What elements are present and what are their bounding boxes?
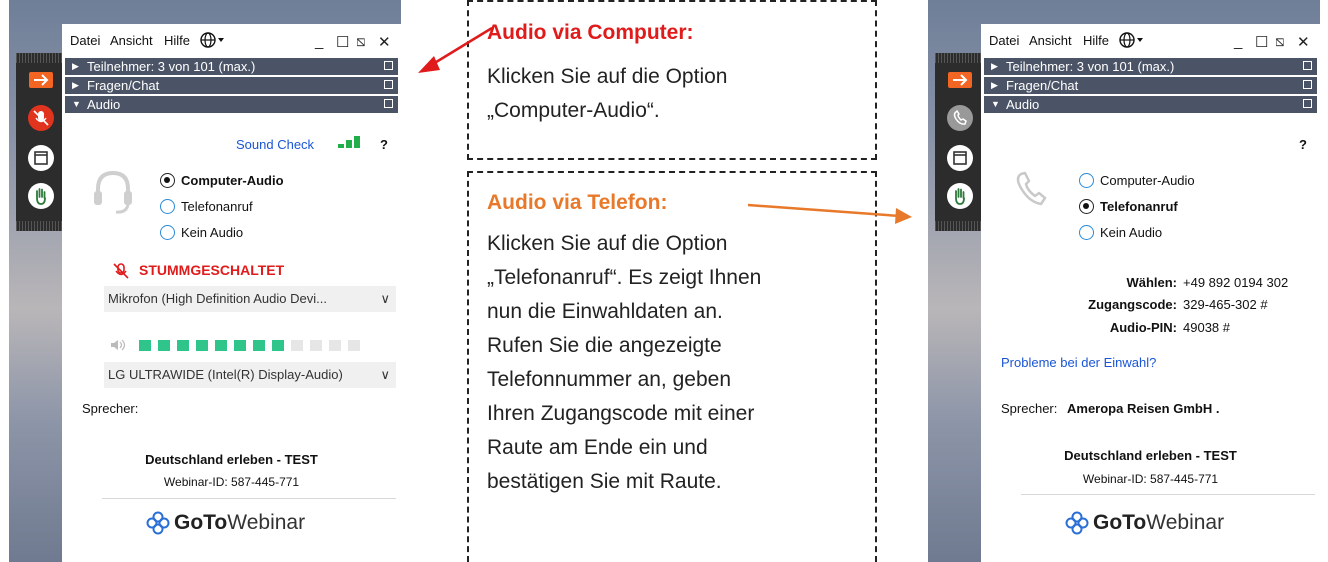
restore-button[interactable]: ⧅ bbox=[1275, 33, 1285, 50]
arrow-right-icon bbox=[953, 74, 968, 86]
screen-view-button[interactable] bbox=[947, 145, 973, 171]
audio-pin-value: 49038 # bbox=[1183, 320, 1230, 335]
speaker-name: Ameropa Reisen GmbH . bbox=[1067, 401, 1220, 416]
access-code-label: Zugangscode: bbox=[1088, 297, 1177, 312]
phone-button[interactable] bbox=[947, 105, 973, 131]
menu-datei[interactable]: Datei bbox=[989, 33, 1019, 48]
option-telefonanruf[interactable]: Telefonanruf bbox=[1100, 199, 1178, 214]
expand-icon: ▶ bbox=[991, 80, 998, 90]
option-kein-audio[interactable]: Kein Audio bbox=[1100, 225, 1162, 240]
maximize-button[interactable]: ☐ bbox=[1255, 33, 1268, 51]
expand-arrow-button[interactable] bbox=[948, 72, 972, 88]
radio-kein-audio[interactable] bbox=[1079, 225, 1094, 240]
expand-icon: ▶ bbox=[991, 61, 998, 71]
dial-number: +49 892 0194 302 bbox=[1183, 275, 1289, 290]
popout-icon[interactable] bbox=[1303, 99, 1312, 108]
rail-grip-bottom[interactable] bbox=[935, 221, 985, 231]
popout-icon[interactable] bbox=[1303, 80, 1312, 89]
right-screenshot: Datei Ansicht Hilfe _ ☐ ⧅ ✕ ▶ Teilnehmer… bbox=[928, 0, 1320, 562]
webinar-id: Webinar-ID: 587-445-771 bbox=[1082, 472, 1219, 486]
goto-logo-icon bbox=[1065, 511, 1089, 535]
close-button[interactable]: ✕ bbox=[1297, 33, 1310, 51]
globe-icon[interactable] bbox=[1119, 32, 1147, 48]
arrow-to-left-window bbox=[418, 26, 493, 73]
rail-grip[interactable] bbox=[935, 53, 985, 63]
radio-computer-audio[interactable] bbox=[1079, 173, 1094, 188]
raise-hand-button[interactable] bbox=[947, 183, 973, 209]
collapse-icon: ▼ bbox=[991, 99, 1000, 109]
phone-icon bbox=[1016, 171, 1047, 206]
popout-icon[interactable] bbox=[1303, 61, 1312, 70]
section-attendees[interactable]: ▶ Teilnehmer: 3 von 101 (max.) bbox=[984, 58, 1317, 75]
section-questions[interactable]: ▶ Fragen/Chat bbox=[984, 77, 1317, 94]
divider bbox=[1021, 494, 1315, 495]
webinar-control-panel: Datei Ansicht Hilfe _ ☐ ⧅ ✕ ▶ Teilnehmer… bbox=[981, 24, 1320, 562]
minimize-button[interactable]: _ bbox=[1234, 33, 1242, 50]
gotowebinar-logo: GoToWebinar bbox=[1093, 511, 1225, 534]
menu-hilfe[interactable]: Hilfe bbox=[1083, 33, 1109, 48]
arrow-to-right-window bbox=[747, 203, 912, 224]
audio-help-icon[interactable]: ? bbox=[1299, 137, 1307, 152]
section-audio[interactable]: ▼ Audio bbox=[984, 96, 1317, 113]
access-code-value: 329-465-302 # bbox=[1183, 297, 1268, 312]
menu-ansicht[interactable]: Ansicht bbox=[1029, 33, 1072, 48]
webinar-title: Deutschland erleben - TEST bbox=[1064, 448, 1237, 463]
option-computer-audio[interactable]: Computer-Audio bbox=[1100, 173, 1195, 188]
hand-icon bbox=[955, 188, 965, 205]
phone-icon bbox=[953, 109, 967, 125]
dial-label: Wählen: bbox=[1126, 275, 1177, 290]
speaker-label: Sprecher: bbox=[1001, 401, 1058, 416]
audio-pin-label: Audio-PIN: bbox=[1109, 320, 1177, 335]
menu-bar: Datei Ansicht Hilfe _ ☐ ⧅ ✕ bbox=[981, 24, 1320, 56]
dial-help-link[interactable]: Probleme bei der Einwahl? bbox=[1001, 355, 1156, 370]
radio-telefonanruf[interactable] bbox=[1079, 199, 1094, 214]
control-rail bbox=[935, 53, 985, 231]
window-icon bbox=[953, 151, 967, 165]
